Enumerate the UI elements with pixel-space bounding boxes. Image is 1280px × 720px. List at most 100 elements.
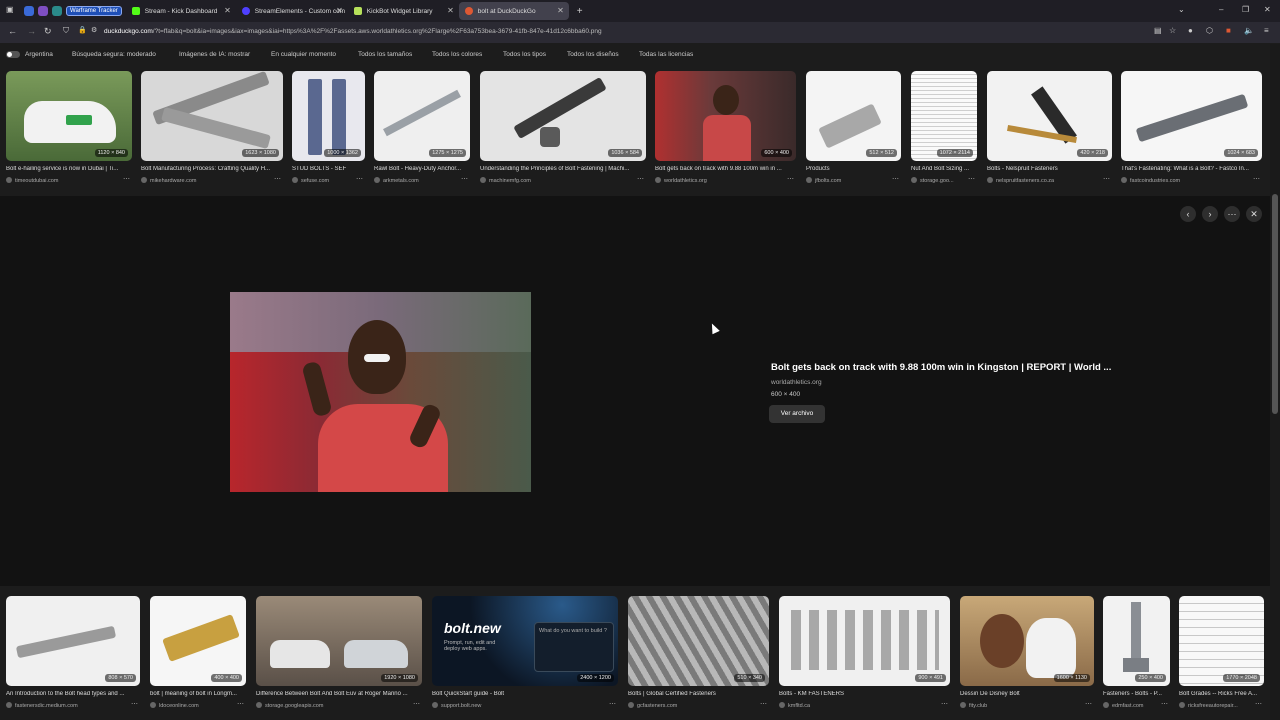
result-thumbnail[interactable]: 400 × 400 [150, 596, 246, 686]
tab-duckduckgo[interactable]: bolt at DuckDuckGo ✕ [458, 2, 569, 20]
reader-icon[interactable]: ▤ [1154, 26, 1162, 35]
filter-layout[interactable]: Todos los diseños [567, 51, 619, 58]
preview-title[interactable]: Bolt gets back on track with 9.88 100m w… [771, 362, 1111, 373]
filter-type[interactable]: Todos los tipos [503, 51, 546, 58]
filter-bar: Argentina Búsqueda segura: moderado Imág… [0, 44, 1280, 66]
filter-ai-images[interactable]: Imágenes de IA: mostrar [179, 51, 250, 58]
result-thumbnail[interactable]: 808 × 570 [6, 596, 140, 686]
tab-list-icon[interactable]: ▣ [6, 5, 14, 14]
result-thumbnail[interactable]: 600 × 400 [655, 71, 796, 161]
tab-kickbot[interactable]: KickBot Widget Library ✕ [348, 2, 459, 20]
pinned-tab-1[interactable] [24, 6, 34, 16]
kickbot-icon [353, 7, 362, 15]
audio-icon[interactable]: 🔈 [1244, 26, 1254, 35]
result-thumbnail[interactable]: 250 × 400 [1103, 596, 1170, 686]
result-thumbnail[interactable]: 1920 × 1080 [256, 596, 422, 686]
scrollbar-thumb[interactable] [1272, 194, 1278, 414]
more-icon[interactable]: ⋯ [1253, 175, 1260, 183]
boltnew-logo: bolt.new [444, 620, 501, 636]
close-tab-icon[interactable]: ✕ [224, 6, 231, 15]
page-scrollbar[interactable] [1270, 44, 1280, 720]
streamelements-icon [241, 7, 250, 15]
filter-safe-search[interactable]: Búsqueda segura: moderado [72, 51, 156, 58]
filter-time[interactable]: En cualquier momento [271, 51, 336, 58]
result-thumbnail[interactable]: 900 × 491 [779, 596, 950, 686]
filter-region[interactable]: Argentina [25, 51, 53, 58]
result-thumbnail[interactable]: bolt.new Prompt, run, edit and deploy web… [432, 596, 618, 686]
result-thumbnail[interactable]: 1600 × 1130 [960, 596, 1094, 686]
more-icon[interactable]: ⋯ [968, 175, 975, 183]
result-thumbnail[interactable]: 420 × 218 [987, 71, 1112, 161]
filter-color[interactable]: Todos los colores [432, 51, 482, 58]
tab-kick-dashboard[interactable]: Stream - Kick Dashboard ✕ [126, 2, 236, 20]
close-tab-icon[interactable]: ✕ [447, 6, 454, 15]
more-icon[interactable]: ⋯ [892, 175, 899, 183]
more-icon[interactable]: ⋯ [1085, 700, 1092, 708]
more-icon[interactable]: ⋯ [1103, 175, 1110, 183]
reload-icon[interactable]: ↻ [44, 26, 52, 37]
previous-icon[interactable]: ‹ [1180, 206, 1196, 222]
more-icon[interactable]: ⋯ [413, 700, 420, 708]
result-thumbnail[interactable]: 1072 × 2114 [911, 71, 977, 161]
result-thumbnail[interactable]: 1036 × 584 [480, 71, 646, 161]
pinned-tab-3[interactable] [52, 6, 62, 16]
lock-icon: 🔒 [78, 27, 87, 34]
extension-icon[interactable]: ● [1188, 26, 1193, 35]
addon-icon[interactable]: ■ [1226, 26, 1231, 35]
next-icon[interactable]: › [1202, 206, 1218, 222]
bottom-results-row: 808 × 570 An Introduction to the Bolt hea… [0, 590, 1270, 720]
forward-icon[interactable]: → [27, 26, 36, 36]
more-icon[interactable]: ⋯ [787, 175, 794, 183]
result-thumbnail[interactable]: 1623 × 1080 [141, 71, 283, 161]
more-icon[interactable]: ⋯ [461, 175, 468, 183]
filter-size[interactable]: Todos los tamaños [358, 51, 412, 58]
tab-streamelements[interactable]: StreamElements - Custom com ✕ [236, 2, 348, 20]
region-toggle[interactable] [6, 51, 20, 58]
address-field[interactable]: duckduckgo.com/?t=ffab&q=bolt&ia=images&… [104, 28, 602, 35]
more-icon[interactable]: ⋯ [356, 175, 363, 183]
more-icon[interactable]: ⋯ [609, 700, 616, 708]
view-file-button[interactable]: Ver archivo [769, 405, 825, 423]
more-icon[interactable]: ⋯ [274, 175, 281, 183]
result-thumbnail[interactable]: 1120 × 840 [6, 71, 132, 161]
minimize-icon[interactable]: – [1219, 5, 1223, 14]
chevron-down-icon[interactable]: ⌄ [1178, 5, 1185, 14]
more-options-icon[interactable]: ⋯ [1224, 206, 1240, 222]
result-thumbnail[interactable]: 1770 × 2048 [1179, 596, 1264, 686]
more-icon[interactable]: ⋯ [637, 175, 644, 183]
more-icon[interactable]: ⋯ [123, 175, 130, 183]
top-results-row: 1120 × 840 Bolt e-hailing service is now … [0, 66, 1270, 192]
tab-warframe-tracker[interactable]: Warframe Tracker [66, 6, 122, 16]
result-thumbnail[interactable]: 1000 × 1362 [292, 71, 365, 161]
more-icon[interactable]: ⋯ [941, 700, 948, 708]
shield-icon[interactable]: ⛉ [63, 26, 69, 36]
kick-icon [131, 7, 140, 15]
more-icon[interactable]: ⋯ [760, 700, 767, 708]
more-icon[interactable]: ⋯ [1255, 700, 1262, 708]
tab-bar: ▣ Warframe Tracker Stream - Kick Dashboa… [0, 0, 1280, 22]
close-preview-icon[interactable]: ✕ [1246, 206, 1262, 222]
menu-icon[interactable]: ≡ [1264, 26, 1269, 35]
preview-site[interactable]: worldathletics.org [771, 379, 822, 386]
close-tab-icon[interactable]: ✕ [557, 6, 564, 15]
maximize-icon[interactable]: ❐ [1242, 5, 1249, 14]
image-preview-panel [0, 196, 1270, 586]
more-icon[interactable]: ⋯ [237, 700, 244, 708]
more-icon[interactable]: ⋯ [1161, 700, 1168, 708]
close-tab-icon[interactable]: ✕ [336, 6, 343, 15]
more-icon[interactable]: ⋯ [131, 700, 138, 708]
result-thumbnail[interactable]: 1024 × 683 [1121, 71, 1262, 161]
result-thumbnail[interactable]: 510 × 340 [628, 596, 769, 686]
new-tab-icon[interactable]: + [577, 6, 583, 17]
result-thumbnail[interactable]: 512 × 512 [806, 71, 901, 161]
pinned-tab-2[interactable] [38, 6, 48, 16]
permissions-icon[interactable]: ⚙ [91, 26, 97, 34]
duckduckgo-icon [464, 7, 473, 15]
filter-license[interactable]: Todas las licencias [639, 51, 693, 58]
preview-image[interactable] [230, 292, 531, 492]
result-thumbnail[interactable]: 1275 × 1275 [374, 71, 470, 161]
extensions-icon[interactable]: ⬡ [1206, 26, 1213, 35]
bookmark-star-icon[interactable]: ☆ [1169, 26, 1176, 35]
close-window-icon[interactable]: ✕ [1264, 5, 1271, 14]
back-icon[interactable]: ← [8, 26, 17, 36]
